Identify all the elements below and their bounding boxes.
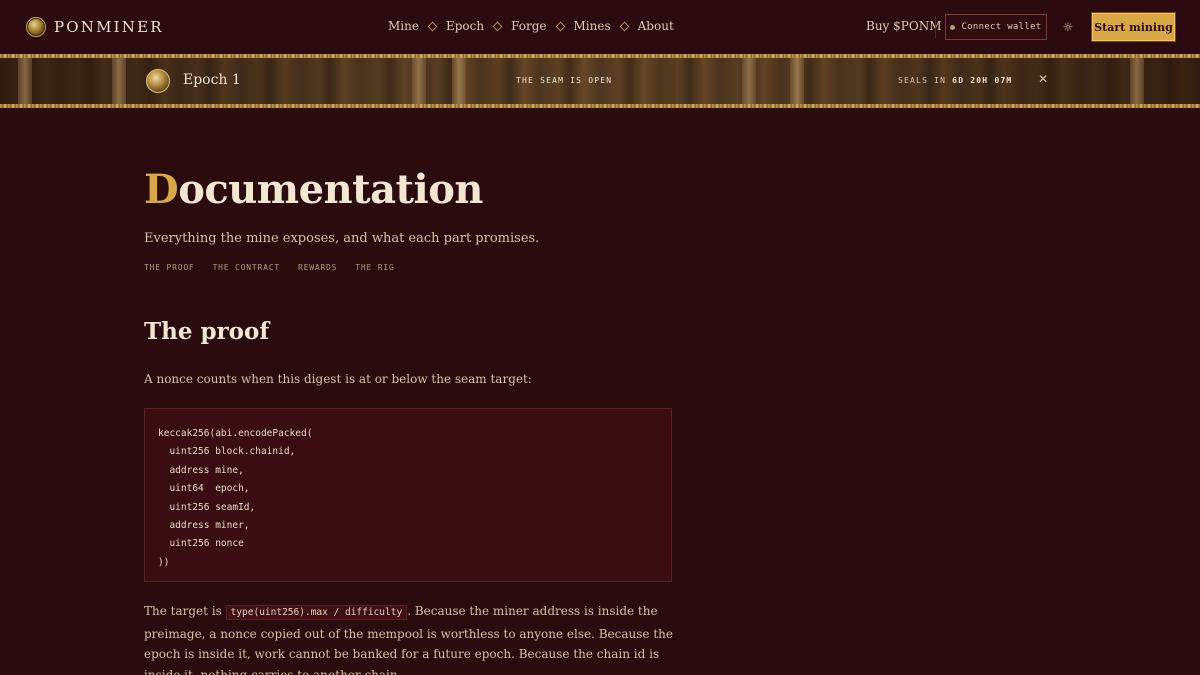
nav-item-mines[interactable]: Mines xyxy=(574,19,611,33)
page-subtitle: Everything the mine exposes, and what ea… xyxy=(144,231,540,246)
main-menu: Mine Epoch Forge Mines About xyxy=(388,19,674,33)
medallion-icon xyxy=(26,17,46,37)
seam-status: THE SEAM IS OPEN xyxy=(516,76,613,85)
banner-border xyxy=(0,104,1200,108)
toc-link-rewards[interactable]: REWARDS xyxy=(298,263,337,272)
banner-decoration xyxy=(1130,58,1144,104)
connect-wallet-label: Connect wallet xyxy=(961,22,1042,32)
code-line: uint256 nonce xyxy=(158,538,244,550)
code-line: address miner, xyxy=(158,519,250,531)
toc-link-the-rig[interactable]: THE RIG xyxy=(355,263,394,272)
code-line: )) xyxy=(158,556,170,568)
toc-link-the-proof[interactable]: THE PROOF xyxy=(144,263,195,272)
title-rest: ocumentation xyxy=(178,166,483,213)
seals-hours: 20H xyxy=(970,76,989,85)
banner-decoration xyxy=(452,58,466,104)
diamond-separator-icon xyxy=(427,21,438,31)
epoch-medallion-icon xyxy=(146,69,170,93)
banner-decoration xyxy=(790,58,804,104)
code-line: uint256 seamId, xyxy=(158,501,256,513)
toc-link-the-contract[interactable]: THE CONTRACT xyxy=(213,263,280,272)
code-line: keccak256(abi.encodePacked( xyxy=(158,428,313,439)
nav-item-forge[interactable]: Forge xyxy=(511,19,546,33)
section-heading-proof: The proof xyxy=(144,318,270,345)
epoch-banner: Epoch 1 THE SEAM IS OPEN SEALS IN 6D 20H… xyxy=(0,54,1200,108)
table-of-contents: THE PROOF THE CONTRACT REWARDS THE RIG xyxy=(144,263,413,272)
banner-border xyxy=(0,54,1200,58)
banner-decoration xyxy=(18,58,32,104)
start-mining-button[interactable]: Start mining xyxy=(1092,13,1175,41)
inline-code: type(uint256).max / difficulty xyxy=(225,605,408,620)
diamond-separator-icon xyxy=(555,21,565,31)
nav-item-epoch[interactable]: Epoch xyxy=(446,19,484,33)
seals-prefix: SEALS IN xyxy=(898,76,947,85)
brand-name: PONMINER xyxy=(54,18,164,36)
proof-explanation: The target is type(uint256).max / diffic… xyxy=(144,601,674,675)
sun-icon[interactable]: ☼ xyxy=(1060,19,1076,35)
code-block[interactable]: keccak256(abi.encodePacked( uint256 bloc… xyxy=(144,408,672,582)
close-icon[interactable]: ✕ xyxy=(1038,72,1050,86)
buy-token-link[interactable]: Buy $PONM xyxy=(866,19,941,33)
page-title: Documentation xyxy=(144,166,483,213)
nav-item-about[interactable]: About xyxy=(638,19,674,33)
connect-wallet-button[interactable]: Connect wallet xyxy=(945,14,1047,40)
diamond-separator-icon xyxy=(492,21,503,31)
banner-decoration xyxy=(412,58,426,104)
seals-countdown: SEALS IN 6D 20H 07M xyxy=(898,76,1012,85)
banner-decoration xyxy=(112,58,126,104)
seals-days: 6D xyxy=(952,76,965,85)
code-line: address mine, xyxy=(158,464,244,476)
top-nav: PONMINER Mine Epoch Forge Mines About Bu… xyxy=(0,0,1200,54)
nav-divider xyxy=(935,16,936,38)
banner-decoration xyxy=(742,58,756,104)
brand-logo[interactable]: PONMINER xyxy=(26,17,164,37)
title-initial: D xyxy=(144,166,179,213)
code-line: uint256 block.chainid, xyxy=(158,446,296,458)
seals-minutes: 07M xyxy=(994,76,1013,85)
diamond-separator-icon xyxy=(619,21,630,31)
proof-intro: A nonce counts when this digest is at or… xyxy=(144,372,532,386)
nav-item-mine[interactable]: Mine xyxy=(388,19,419,33)
epoch-title: Epoch 1 xyxy=(183,72,241,88)
wallet-status-dot-icon xyxy=(950,24,956,30)
code-line: uint64 epoch, xyxy=(158,483,250,495)
para-text: The target is xyxy=(144,604,226,618)
